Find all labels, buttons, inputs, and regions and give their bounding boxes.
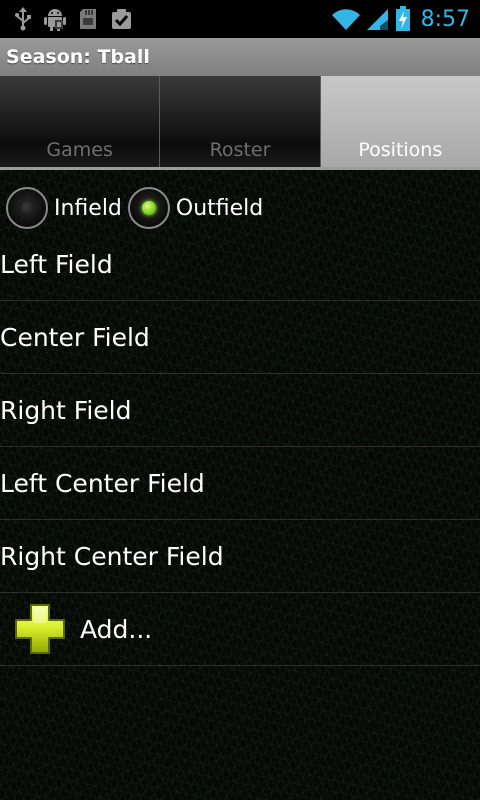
position-name: Left Center Field (0, 469, 205, 498)
status-bar: 8:57 (0, 0, 480, 38)
page-title: Season: Tball (6, 46, 150, 68)
add-position-button[interactable]: Add... (0, 593, 480, 666)
android-debug-icon (44, 9, 66, 31)
tab-bar: Games Roster Positions (0, 76, 480, 170)
title-bar: Season: Tball (0, 38, 480, 76)
system-status: 8:57 (331, 4, 470, 34)
radio-label: Outfield (175, 195, 264, 221)
position-filter: Infield Outfield (0, 184, 263, 232)
checkbox-task-icon (112, 9, 131, 29)
tab-label: Roster (209, 139, 271, 161)
positions-list: Left Field Center Field Right Field Left… (0, 228, 480, 666)
radio-dot (21, 202, 33, 214)
add-label: Add... (80, 614, 153, 644)
position-name: Right Field (0, 396, 132, 425)
sd-card-icon (80, 9, 96, 29)
wifi-icon (331, 9, 360, 30)
usb-icon (15, 7, 31, 31)
tab-positions[interactable]: Positions (320, 76, 480, 167)
radio-outfield[interactable]: Outfield (122, 187, 263, 229)
list-item[interactable]: Right Center Field (0, 520, 480, 593)
plus-icon (15, 604, 65, 654)
radio-infield[interactable]: Infield (0, 187, 122, 229)
battery-charging-icon (395, 6, 410, 31)
position-name: Right Center Field (0, 542, 224, 571)
tab-label: Positions (358, 139, 443, 161)
list-item[interactable]: Left Center Field (0, 447, 480, 520)
list-item[interactable]: Left Field (0, 228, 480, 301)
radio-dot (141, 201, 156, 215)
notification-icons (14, 6, 134, 32)
radio-button-unchecked[interactable] (6, 187, 48, 229)
radio-button-checked[interactable] (127, 187, 170, 229)
list-item[interactable]: Right Field (0, 374, 480, 447)
position-name: Center Field (0, 323, 150, 352)
radio-label: Infield (54, 195, 122, 221)
position-name: Left Field (0, 250, 113, 279)
content-area: Infield Outfield Left Field Center Field… (0, 170, 480, 800)
clock: 8:57 (420, 6, 470, 32)
list-item[interactable]: Center Field (0, 301, 480, 374)
tab-games[interactable]: Games (0, 76, 161, 167)
tab-label: Games (46, 139, 113, 161)
tab-roster[interactable]: Roster (160, 76, 321, 167)
signal-icon (366, 9, 388, 30)
